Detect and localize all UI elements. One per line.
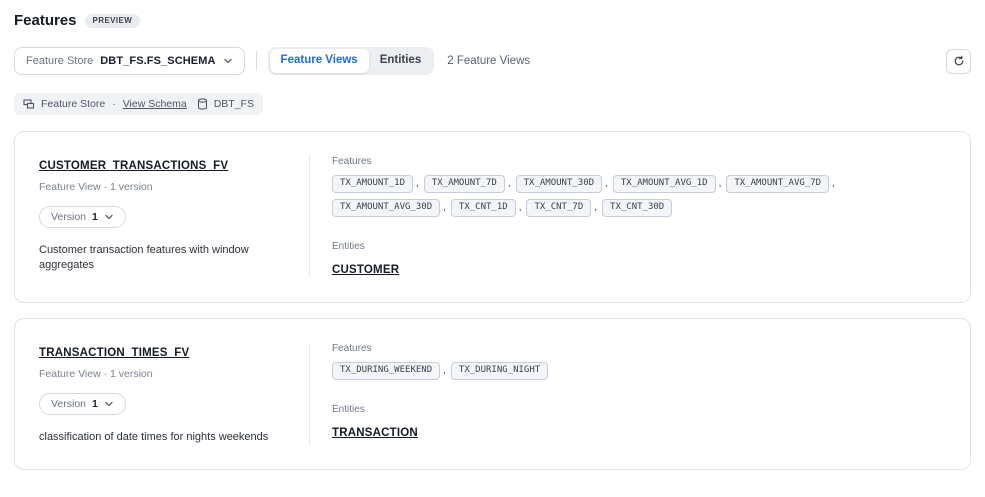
- entities-section-label: Entities: [332, 404, 946, 415]
- view-tabs: Feature Views Entities: [268, 47, 435, 75]
- chip-separator: ,: [519, 202, 522, 213]
- feature-chip: TX_AMOUNT_30D: [516, 175, 602, 193]
- feature-store-select[interactable]: Feature Store DBT_FS.FS_SCHEMA: [14, 47, 245, 75]
- refresh-button[interactable]: [946, 49, 971, 74]
- chip-separator: ,: [594, 202, 597, 213]
- preview-badge: PREVIEW: [85, 14, 141, 28]
- entity-link[interactable]: CUSTOMER: [332, 264, 399, 276]
- feature-store-select-label: Feature Store: [26, 55, 93, 67]
- entities-section-label: Entities: [332, 241, 946, 252]
- chip-separator: ,: [416, 178, 419, 189]
- feature-chip: TX_AMOUNT_AVG_7D: [726, 175, 829, 193]
- feature-chip: TX_AMOUNT_AVG_1D: [613, 175, 716, 193]
- feature-view-subtitle: Feature View · 1 version: [39, 181, 287, 193]
- refresh-icon: [953, 55, 965, 67]
- tab-feature-views[interactable]: Feature Views: [270, 49, 369, 73]
- chip-separator: ,: [508, 178, 511, 189]
- version-select-label: Version: [51, 211, 86, 223]
- database-icon: [197, 98, 208, 110]
- version-select-label: Version: [51, 398, 86, 410]
- tab-entities[interactable]: Entities: [369, 49, 433, 73]
- feature-view-subtitle: Feature View · 1 version: [39, 368, 287, 380]
- feature-chip: TX_CNT_30D: [602, 199, 672, 217]
- chevron-down-icon: [223, 56, 233, 66]
- page-title: Features: [14, 12, 77, 29]
- chip-separator: ,: [443, 365, 446, 376]
- features-section-label: Features: [332, 156, 946, 167]
- entity-link-list: CUSTOMER: [332, 260, 946, 278]
- view-schema-link[interactable]: View Schema: [123, 98, 187, 110]
- card-summary: CUSTOMER_TRANSACTIONS_FV Feature View · …: [39, 156, 309, 278]
- entity-link[interactable]: TRANSACTION: [332, 427, 418, 439]
- card-summary: TRANSACTION_TIMES_FV Feature View · 1 ve…: [39, 343, 309, 445]
- feature-chip: TX_AMOUNT_AVG_30D: [332, 199, 440, 217]
- feature-view-list: CUSTOMER_TRANSACTIONS_FV Feature View · …: [14, 131, 971, 470]
- breadcrumb-database: DBT_FS: [214, 98, 254, 110]
- chip-separator: ,: [443, 202, 446, 213]
- entity-link-list: TRANSACTION: [332, 423, 946, 441]
- version-select[interactable]: Version 1: [39, 393, 126, 415]
- feature-chip: TX_CNT_7D: [526, 199, 591, 217]
- feature-chip: TX_AMOUNT_1D: [332, 175, 413, 193]
- feature-view-card: CUSTOMER_TRANSACTIONS_FV Feature View · …: [14, 131, 971, 303]
- feature-view-description: Customer transaction features with windo…: [39, 243, 287, 273]
- chip-separator: ,: [719, 178, 722, 189]
- feature-view-description: classification of date times for nights …: [39, 430, 287, 445]
- breadcrumb-prefix: Feature Store: [41, 98, 105, 110]
- feature-view-title-link[interactable]: TRANSACTION_TIMES_FV: [39, 347, 189, 359]
- toolbar: Feature Store DBT_FS.FS_SCHEMA Feature V…: [14, 47, 971, 75]
- feature-store-icon: [23, 98, 35, 110]
- feature-chip-list: TX_AMOUNT_1D,TX_AMOUNT_7D,TX_AMOUNT_30D,…: [332, 175, 946, 217]
- feature-chip: TX_DURING_WEEKEND: [332, 362, 440, 380]
- version-select-value: 1: [92, 211, 98, 223]
- entities-section: Entities CUSTOMER: [332, 241, 946, 278]
- toolbar-divider: [256, 51, 257, 71]
- breadcrumb: Feature Store · View Schema DBT_FS: [14, 93, 263, 115]
- card-details: Features TX_AMOUNT_1D,TX_AMOUNT_7D,TX_AM…: [310, 156, 946, 278]
- feature-views-count: 2 Feature Views: [447, 55, 530, 67]
- chevron-down-icon: [104, 212, 114, 222]
- page-header: Features PREVIEW: [14, 12, 971, 29]
- chip-separator: ,: [605, 178, 608, 189]
- breadcrumb-separator: ·: [112, 98, 116, 110]
- chevron-down-icon: [104, 399, 114, 409]
- feature-view-card: TRANSACTION_TIMES_FV Feature View · 1 ve…: [14, 318, 971, 470]
- card-details: Features TX_DURING_WEEKEND, TX_DURING_NIG…: [310, 343, 946, 445]
- version-select-value: 1: [92, 398, 98, 410]
- feature-store-select-value: DBT_FS.FS_SCHEMA: [100, 55, 215, 67]
- feature-chip-list: TX_DURING_WEEKEND, TX_DURING_NIGHT: [332, 362, 946, 380]
- features-section-label: Features: [332, 343, 946, 354]
- features-page: Features PREVIEW Feature Store DBT_FS.FS…: [0, 0, 985, 497]
- chip-separator: ,: [832, 178, 835, 189]
- feature-view-title-link[interactable]: CUSTOMER_TRANSACTIONS_FV: [39, 160, 228, 172]
- feature-chip: TX_AMOUNT_7D: [424, 175, 505, 193]
- feature-chip: TX_CNT_1D: [451, 199, 516, 217]
- version-select[interactable]: Version 1: [39, 206, 126, 228]
- entities-section: Entities TRANSACTION: [332, 404, 946, 441]
- feature-chip: TX_DURING_NIGHT: [451, 362, 548, 380]
